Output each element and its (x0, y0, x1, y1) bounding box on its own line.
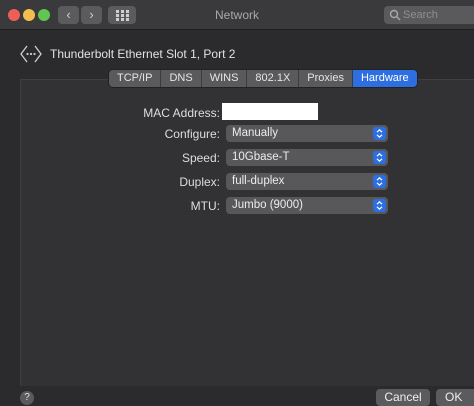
mtu-label: MTU: (190, 199, 220, 213)
duplex-value: full-duplex (232, 175, 285, 187)
ethernet-interface-icon (20, 45, 42, 63)
duplex-select[interactable]: full-duplex (226, 173, 388, 190)
help-button[interactable]: ? (20, 391, 34, 405)
tab-dns[interactable]: DNS (161, 70, 202, 87)
speed-select[interactable]: 10Gbase-T (226, 149, 388, 166)
tab-bar: TCP/IP DNS WINS 802.1X Proxies Hardware (109, 70, 417, 87)
configure-label: Configure: (164, 127, 220, 141)
search-input[interactable] (403, 6, 473, 24)
tab-802-1x[interactable]: 802.1X (247, 70, 300, 87)
duplex-label: Duplex: (179, 175, 220, 189)
ok-button[interactable]: OK (436, 389, 474, 406)
mtu-select[interactable]: Jumbo (9000) (226, 197, 388, 214)
search-icon (389, 9, 401, 21)
updown-chevron-icon (373, 199, 386, 212)
speed-label: Speed: (181, 151, 220, 165)
tab-proxies[interactable]: Proxies (299, 70, 353, 87)
mtu-value: Jumbo (9000) (232, 199, 303, 211)
title-bar: ‹ › Network (0, 0, 474, 30)
updown-chevron-icon (373, 151, 386, 164)
tab-tcp-ip[interactable]: TCP/IP (109, 70, 162, 87)
speed-value: 10Gbase-T (232, 151, 290, 163)
mac-address-label: MAC Address: (143, 106, 220, 120)
configure-value: Manually (232, 127, 279, 139)
updown-chevron-icon (373, 175, 386, 188)
tab-hardware[interactable]: Hardware (352, 70, 417, 87)
configure-select[interactable]: Manually (226, 125, 388, 142)
tab-wins[interactable]: WINS (202, 70, 248, 87)
cancel-button[interactable]: Cancel (376, 389, 430, 406)
search-field[interactable] (384, 6, 474, 24)
mac-address-value (222, 103, 318, 120)
interface-name: Thunderbolt Ethernet Slot 1, Port 2 (50, 47, 236, 61)
updown-chevron-icon (373, 127, 386, 140)
